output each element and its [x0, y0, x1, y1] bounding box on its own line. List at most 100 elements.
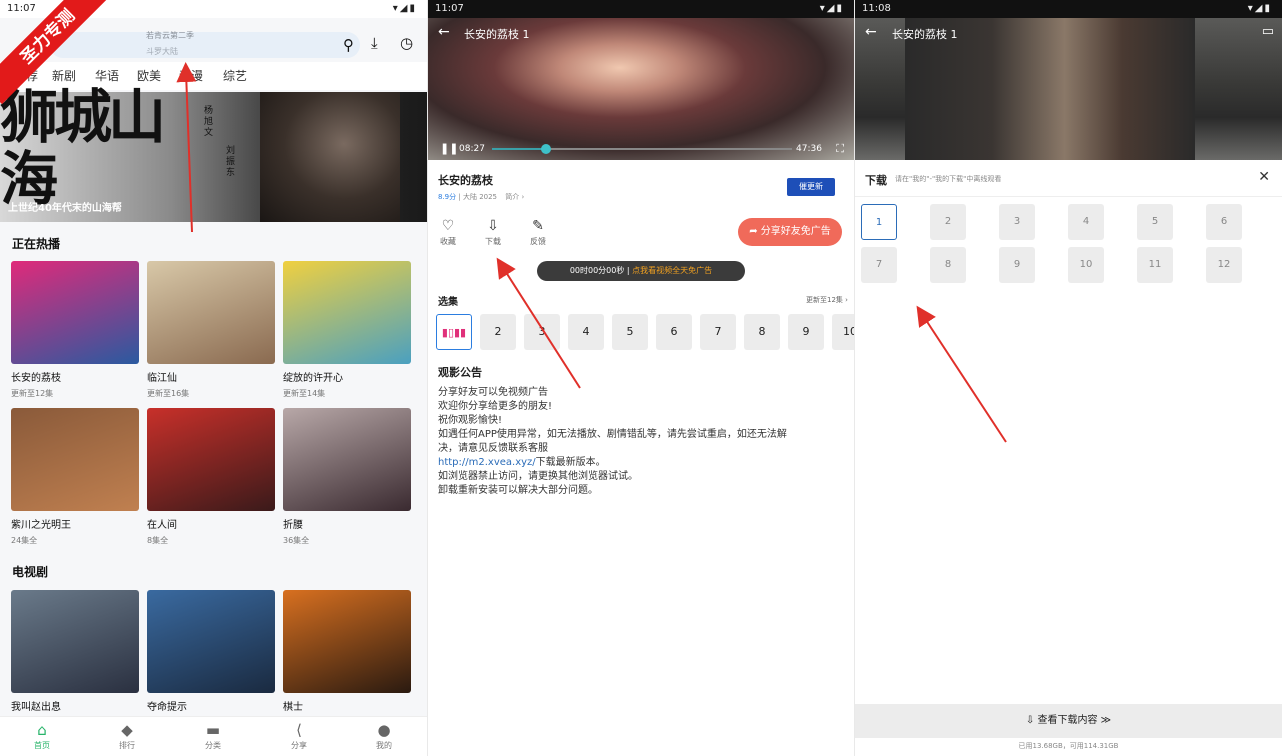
- search-icon[interactable]: ⚲: [343, 36, 354, 54]
- show-card[interactable]: 绽放的许开心 更新至14集: [283, 261, 411, 399]
- detail-screen: 11:07 ▾◢▮ ← 长安的荔枝 1 ❚❚ 08:27 47:36 ⛶ 长安的…: [428, 0, 854, 756]
- nav-item[interactable]: ▬ 分类: [193, 721, 233, 751]
- show-episodes: 8集全: [147, 536, 169, 545]
- nav-item[interactable]: ⟨ 分享: [279, 721, 319, 751]
- hero-banner[interactable]: 狮城山海 杨旭文 刘振东 上世纪40年代末的山海帮: [0, 86, 427, 222]
- episode-button[interactable]: 6: [656, 314, 692, 350]
- show-card[interactable]: 我叫赵出息: [11, 590, 139, 713]
- download-icon[interactable]: ⤓: [371, 34, 378, 52]
- video-controls: ❚❚ 08:27 47:36 ⛶: [428, 136, 854, 160]
- episode-button[interactable]: 8: [744, 314, 780, 350]
- bottom-nav: ⌂ 首页 ◆ 排行 ▬ 分类 ⟨ 分享 ● 我的: [0, 716, 427, 756]
- episode-button[interactable]: 3: [524, 314, 560, 350]
- show-episodes: 更新至16集: [147, 389, 190, 398]
- tab-new[interactable]: 新剧: [52, 67, 76, 84]
- show-card[interactable]: 紫川之光明王 24集全: [11, 408, 139, 546]
- download-episode-button[interactable]: 1: [861, 204, 897, 240]
- episodes-more-link[interactable]: 更新至12集 ›: [806, 295, 848, 305]
- nav-label: 我的: [376, 741, 392, 750]
- intro-link[interactable]: 简介 ›: [505, 193, 524, 201]
- video-player[interactable]: ← 长安的荔枝 1 ❚❚ 08:27 47:36 ⛶: [428, 18, 854, 160]
- download-episode-button[interactable]: 2: [930, 204, 966, 240]
- episode-button[interactable]: 5: [612, 314, 648, 350]
- back-arrow-icon[interactable]: ←: [438, 24, 450, 40]
- ad-timer[interactable]: 00时00分00秒 | 点我看视频全天免广告: [537, 261, 745, 281]
- time-current: 08:27: [459, 144, 485, 154]
- show-episodes: 24集全: [11, 536, 38, 545]
- pause-icon[interactable]: ❚❚: [440, 142, 458, 155]
- show-card[interactable]: 折腰 36集全: [283, 408, 411, 546]
- show-poster: [283, 408, 411, 511]
- cast-icon[interactable]: ▭: [1262, 24, 1274, 39]
- show-title: 我叫赵出息: [11, 702, 61, 713]
- show-title: 长安的荔枝: [438, 174, 493, 187]
- notice-line: 卸载重新安装可以解决大部分问题。: [438, 485, 598, 496]
- timer-value: 00时00分00秒: [569, 266, 625, 275]
- tab-variety[interactable]: 综艺: [223, 67, 247, 84]
- fullscreen-icon[interactable]: ⛶: [836, 142, 844, 156]
- show-poster: [147, 261, 275, 364]
- search-input[interactable]: 若肯云第二季 斗罗大陆 ⚲: [50, 31, 360, 58]
- share-label: 分享好友免广告: [760, 226, 831, 237]
- show-episodes: 更新至12集: [11, 389, 54, 398]
- download-episode-button[interactable]: 6: [1206, 204, 1242, 240]
- tab-chinese[interactable]: 华语: [95, 67, 119, 84]
- view-downloads-button[interactable]: ⇩ 查看下载内容 ≫: [855, 704, 1282, 738]
- show-poster: [11, 261, 139, 364]
- nav-label: 分类: [205, 741, 221, 750]
- download-episode-button[interactable]: 5: [1137, 204, 1173, 240]
- show-card[interactable]: 临江仙更新至16集: [147, 261, 275, 399]
- feedback-button[interactable]: ✎ 反馈: [523, 218, 553, 247]
- nav-item[interactable]: ⌂ 首页: [22, 721, 62, 751]
- notice-line: 如浏览器禁止访问，请更换其他浏览器试试。: [438, 471, 638, 482]
- status-time: 11:07: [435, 3, 464, 14]
- download-episode-button[interactable]: 7: [861, 247, 897, 283]
- episode-button[interactable]: 9: [788, 314, 824, 350]
- download-episode-button[interactable]: 10: [1068, 247, 1104, 283]
- request-update-button[interactable]: 催更新: [787, 178, 835, 196]
- show-card[interactable]: 棋士: [283, 590, 411, 713]
- download-episode-button[interactable]: 4: [1068, 204, 1104, 240]
- timer-separator: |: [626, 266, 630, 275]
- show-card[interactable]: 夺命提示: [147, 590, 275, 713]
- video-player[interactable]: ← 长安的荔枝 1 ▭ ▭: [855, 18, 1282, 160]
- download-episode-button[interactable]: 3: [999, 204, 1035, 240]
- share-icon: ➦: [749, 226, 758, 237]
- nav-item[interactable]: ● 我的: [364, 721, 404, 751]
- status-icons: ▾◢▮: [1247, 3, 1272, 14]
- download-button[interactable]: ⇩ 下载: [478, 218, 508, 247]
- download-episode-button[interactable]: 9: [999, 247, 1035, 283]
- episode-button[interactable]: 4: [568, 314, 604, 350]
- share-ad-free-button[interactable]: ➦ 分享好友免广告: [738, 218, 842, 246]
- tab-anime[interactable]: 动漫: [179, 67, 203, 84]
- seek-fill: [492, 148, 546, 150]
- timer-link[interactable]: 点我看视频全天免广告: [632, 266, 712, 275]
- notice-url-link[interactable]: http://m2.xvea.xyz/: [438, 457, 536, 468]
- status-bar: 11:07 ▾◢▮: [428, 0, 854, 18]
- history-icon[interactable]: ◷: [400, 34, 413, 52]
- episode-button[interactable]: 2: [480, 314, 516, 350]
- cloud-download-icon: ⇩: [487, 218, 499, 234]
- back-arrow-icon[interactable]: ←: [865, 24, 877, 40]
- favorite-button[interactable]: ♡ 收藏: [433, 218, 463, 247]
- download-episode-button[interactable]: 11: [1137, 247, 1173, 283]
- nav-icon: ⌂: [37, 721, 47, 739]
- show-card[interactable]: 长安的荔枝 更新至12集: [11, 261, 139, 399]
- show-poster: [283, 261, 411, 364]
- seek-handle[interactable]: [541, 144, 551, 154]
- download-episode-button[interactable]: 8: [930, 247, 966, 283]
- show-title: 折腰: [283, 520, 303, 531]
- episode-button[interactable]: 7: [700, 314, 736, 350]
- close-icon[interactable]: ✕: [1258, 169, 1270, 185]
- nav-item[interactable]: ◆ 排行: [107, 721, 147, 751]
- section-tv-title: 电视剧: [12, 565, 49, 579]
- seek-bar[interactable]: [492, 144, 792, 154]
- tab-western[interactable]: 欧美: [137, 67, 161, 84]
- show-title: 棋士: [283, 702, 303, 713]
- episode-button[interactable]: 10: [832, 314, 854, 350]
- show-title: 临江仙: [147, 373, 177, 384]
- episode-current[interactable]: ▮▯▮▮: [436, 314, 472, 350]
- show-card[interactable]: 在人间 8集全: [147, 408, 275, 546]
- favorite-label: 收藏: [440, 237, 456, 246]
- download-episode-button[interactable]: 12: [1206, 247, 1242, 283]
